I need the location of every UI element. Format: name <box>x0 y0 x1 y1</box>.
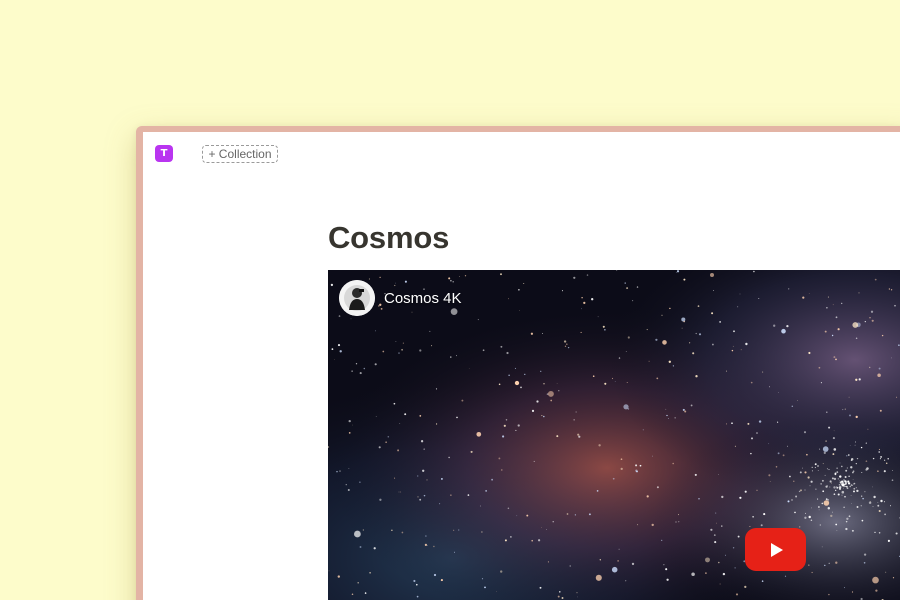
youtube-play-icon <box>770 542 783 557</box>
app-logo[interactable]: T <box>155 145 173 162</box>
video-embed[interactable]: Cosmos 4K <box>328 270 900 600</box>
page-title: Cosmos <box>328 220 450 255</box>
video-title[interactable]: Cosmos 4K <box>384 290 462 307</box>
app-window: T + Collection Cosmos Cosmos 4K <box>143 132 900 600</box>
add-collection-button[interactable]: + Collection <box>202 145 278 163</box>
video-thumbnail <box>328 270 900 600</box>
avatar-image <box>339 280 375 316</box>
youtube-play-button[interactable] <box>745 528 806 571</box>
channel-avatar[interactable] <box>339 280 375 316</box>
desktop-background: T + Collection Cosmos Cosmos 4K <box>0 0 900 600</box>
